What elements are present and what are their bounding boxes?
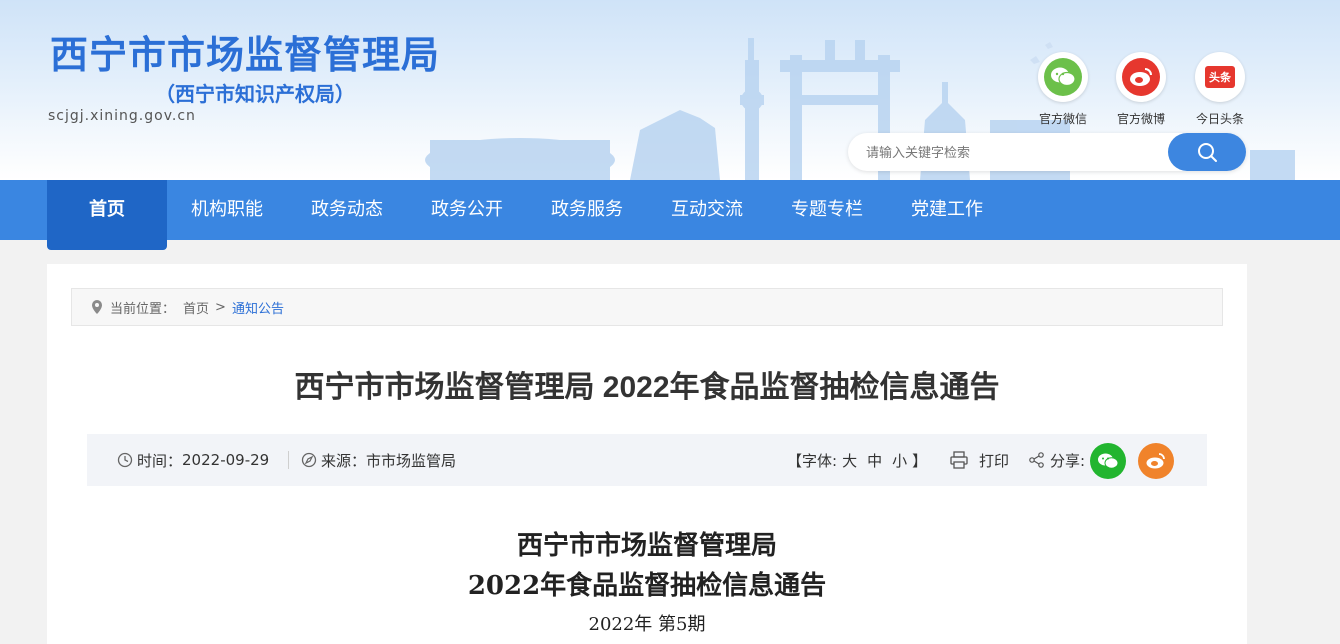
font-large-button[interactable]: 大 [842,450,857,471]
publish-time: 时间： 2022-09-29 [117,434,269,486]
search-input[interactable] [866,142,1156,162]
article-meta-bar: 时间： 2022-09-29 来源： 市市场监管局 【字体: 大 中 小 】 打… [87,434,1207,486]
social-weibo-label: 官方微博 [1116,112,1165,126]
wechat-icon [1098,453,1119,469]
breadcrumb-prefix: 当前位置： [110,301,176,317]
font-medium-button[interactable]: 中 [867,450,882,471]
time-label: 时间： [137,451,183,470]
share-section: 分享: [1028,434,1085,486]
share-weibo-button[interactable] [1138,443,1174,479]
site-title[interactable]: 西宁市市场监督管理局 [50,24,440,79]
site-subtitle: （西宁市知识产权局） [155,82,355,106]
social-weibo[interactable]: 官方微博 [1108,52,1174,127]
clock-icon [117,452,133,468]
breadcrumb-current[interactable]: 通知公告 [232,298,284,317]
document-issue: 2022年 第5期 [588,614,706,635]
breadcrumb-home-link[interactable]: 首页 [183,298,209,317]
document-heading-line2: 2022年食品监督抽检信息通告 [467,571,827,601]
font-label-close: 】 [912,451,928,470]
font-size-control: 【字体: 大 中 小 】 [787,434,927,486]
print-button[interactable]: 打印 [949,434,1009,486]
font-label: 【字体: [787,451,838,470]
wechat-icon[interactable] [1038,52,1088,102]
weibo-icon [1146,453,1165,469]
search-bar [848,133,1246,171]
source-value: 市市场监管局 [366,451,457,470]
nav-item-services[interactable]: 政务服务 [527,180,647,240]
meta-divider [288,451,289,469]
nav-item-disclosure[interactable]: 政务公开 [407,180,527,240]
nav-item-interaction[interactable]: 互动交流 [647,180,767,240]
nav-item-party[interactable]: 党建工作 [887,180,1007,240]
toutiao-icon[interactable]: 头条 [1195,52,1245,102]
time-value: 2022-09-29 [182,451,270,469]
article-title: 西宁市市场监督管理局 2022年食品监督抽检信息通告 [294,371,1000,404]
social-wechat-label: 官方微信 [1038,112,1087,126]
compass-icon [301,452,317,468]
toutiao-badge: 头条 [1205,66,1235,88]
nav-item-topics[interactable]: 专题专栏 [767,180,887,240]
site-header: 西宁市市场监督管理局 （西宁市知识产权局） scjgj.xining.gov.c… [0,0,1340,180]
breadcrumb-separator: > [215,299,226,315]
document-heading-line1: 西宁市市场监督管理局 [516,531,777,561]
breadcrumb: 当前位置： 首页 > 通知公告 [71,288,1223,326]
nav-item-news[interactable]: 政务动态 [287,180,407,240]
nav-item-home[interactable]: 首页 [47,180,167,250]
site-domain: scjgj.xining.gov.cn [48,108,196,124]
social-wechat[interactable]: 官方微信 [1030,52,1096,127]
share-wechat-button[interactable] [1090,443,1126,479]
source-label: 来源： [321,451,367,470]
main-nav: 首页 机构职能 政务动态 政务公开 政务服务 互动交流 专题专栏 党建工作 [0,180,1340,250]
main-content: 当前位置： 首页 > 通知公告 西宁市市场监督管理局 2022年食品监督抽检信息… [47,264,1247,644]
search-icon [1198,143,1217,162]
nav-item-organization[interactable]: 机构职能 [167,180,287,240]
article-source: 来源： 市市场监管局 [301,434,456,486]
font-small-button[interactable]: 小 [892,450,907,471]
social-toutiao-label: 今日头条 [1195,112,1244,126]
location-pin-icon [92,300,102,314]
social-toutiao[interactable]: 头条 今日头条 [1187,52,1253,127]
search-button[interactable] [1168,133,1246,171]
print-label: 打印 [979,451,1010,470]
share-icon [1029,452,1044,468]
printer-icon [950,451,968,469]
share-label: 分享: [1050,451,1086,470]
weibo-icon[interactable] [1116,52,1166,102]
document-heading: 西宁市市场监督管理局 2022年食品监督抽检信息通告 [47,526,1247,606]
